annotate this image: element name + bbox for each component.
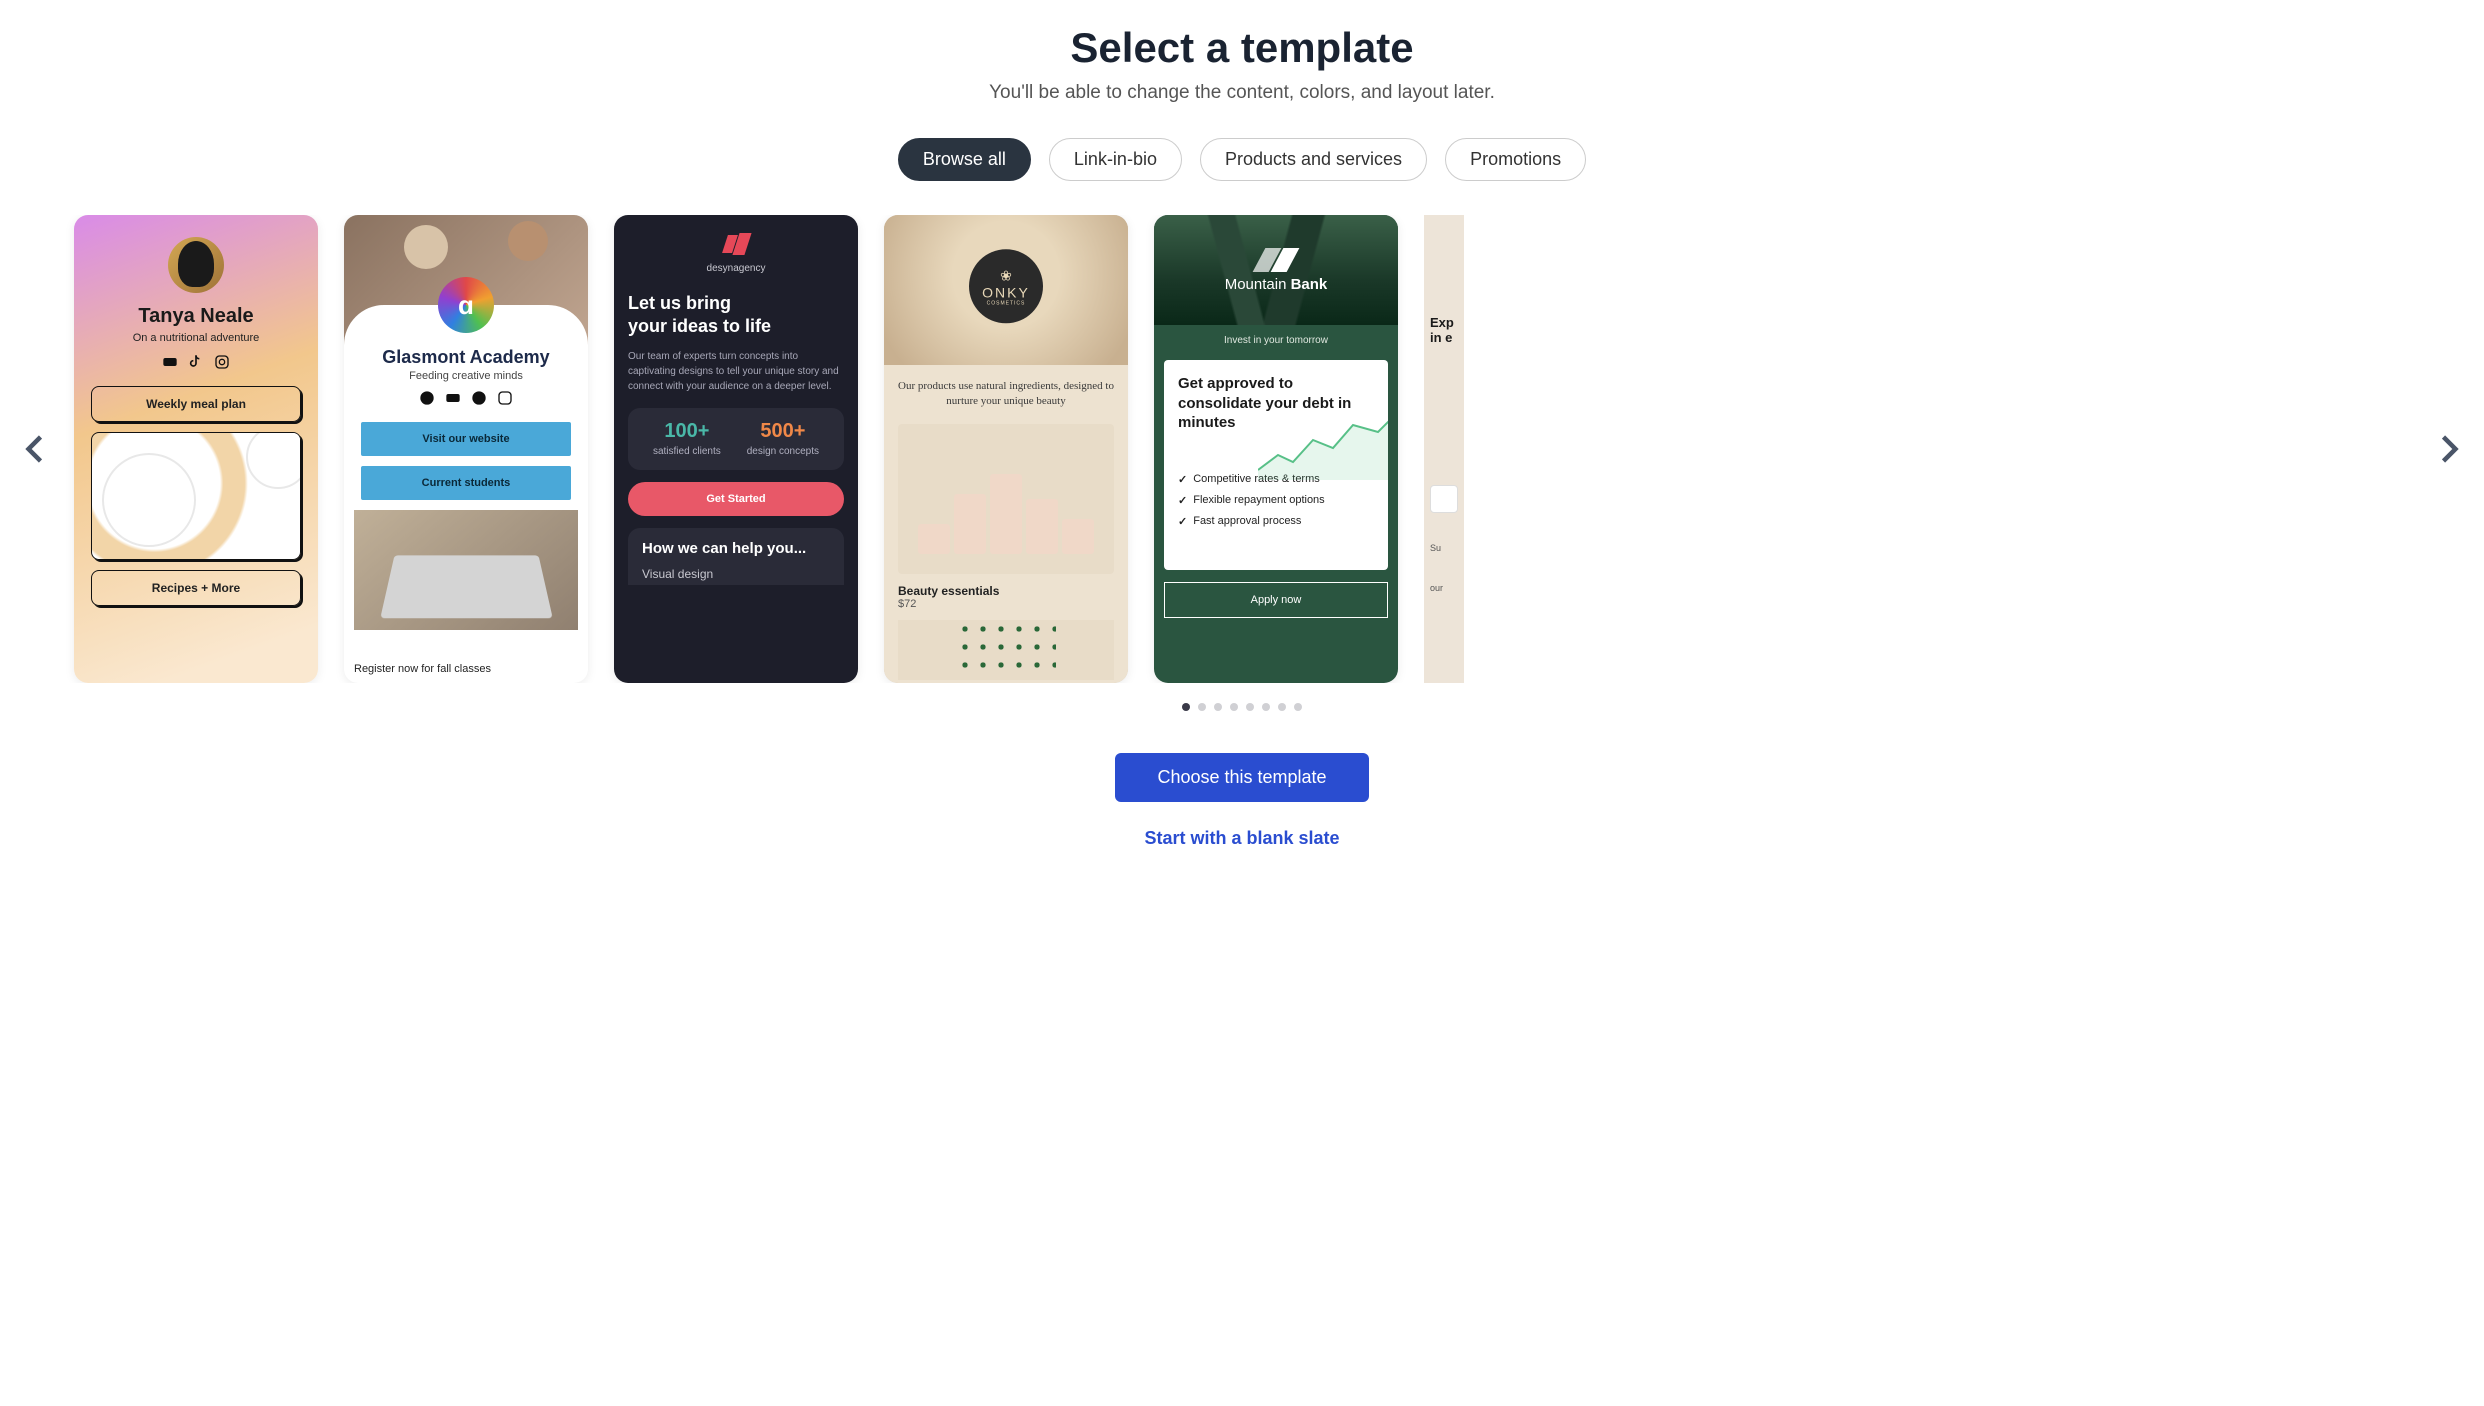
growth-chart-icon	[1258, 410, 1388, 480]
stat-value: 100+	[653, 420, 721, 443]
agency-mark-icon	[722, 233, 750, 257]
x-icon	[419, 390, 435, 406]
stat-label: satisfied clients	[653, 445, 721, 458]
hero-hands-image: ❀ ONKY COSMETICS	[884, 215, 1128, 365]
pagination-dot[interactable]	[1198, 703, 1206, 711]
partial-sub: Su	[1430, 543, 1441, 553]
facebook-icon	[471, 390, 487, 406]
agency-heading: Let us bring your ideas to life	[628, 292, 771, 339]
template-card-onky[interactable]: ❀ ONKY COSMETICS Our products use natura…	[884, 215, 1128, 683]
help-item: Visual design	[642, 567, 830, 581]
choose-template-button[interactable]: Choose this template	[1115, 753, 1368, 802]
filter-promotions[interactable]: Promotions	[1445, 138, 1586, 181]
feature-item: Flexible repayment options	[1178, 494, 1374, 507]
filter-browse-all[interactable]: Browse all	[898, 138, 1031, 181]
brand-sub: COSMETICS	[987, 300, 1026, 306]
stats-box: 100+ satisfied clients 500+ design conce…	[628, 408, 844, 470]
pagination-dot[interactable]	[1262, 703, 1270, 711]
profile-tagline: On a nutritional adventure	[133, 332, 260, 344]
visit-website-button: Visit our website	[361, 422, 572, 456]
stat-label: design concepts	[747, 445, 819, 458]
product-grid-image	[898, 424, 1114, 574]
page-subtitle: You'll be able to change the content, co…	[989, 82, 1495, 104]
agency-logo: desynagency	[707, 233, 766, 274]
agency-desc: Our team of experts turn concepts into c…	[628, 349, 844, 394]
instagram-icon	[497, 390, 513, 406]
meal-plan-button: Weekly meal plan	[91, 386, 302, 422]
instagram-icon	[214, 354, 230, 370]
chevron-left-icon	[18, 431, 54, 467]
academy-tagline: Feeding creative minds	[409, 370, 523, 382]
product-name: Beauty essentials	[898, 584, 1114, 598]
profile-name: Tanya Neale	[138, 305, 253, 328]
avatar	[168, 237, 224, 293]
agency-brand: desynagency	[707, 263, 766, 274]
offer-card: Get approved to consolidate your debt in…	[1164, 360, 1388, 570]
template-card-glasmont[interactable]: ɑ Glasmont Academy Feeding creative mind…	[344, 215, 588, 683]
mountain-mark-icon	[1257, 248, 1295, 272]
partial-thumb	[1430, 485, 1458, 513]
template-card-partial[interactable]: Exp in e Su our	[1424, 215, 1464, 683]
get-started-button: Get Started	[628, 482, 844, 516]
onky-tagline: Our products use natural ingredients, de…	[898, 379, 1114, 410]
page-title: Select a template	[1070, 24, 1413, 72]
recipes-button: Recipes + More	[91, 570, 302, 606]
pagination-dot[interactable]	[1182, 703, 1190, 711]
blank-slate-link[interactable]: Start with a blank slate	[1144, 828, 1339, 849]
social-row	[419, 390, 513, 406]
product-meta: Beauty essentials $72	[898, 574, 1114, 620]
filter-products-services[interactable]: Products and services	[1200, 138, 1427, 181]
pagination-dot[interactable]	[1214, 703, 1222, 711]
tiktok-icon	[188, 354, 204, 370]
help-title: How we can help you...	[642, 540, 830, 557]
academy-name: Glasmont Academy	[382, 347, 549, 368]
filter-bar: Browse all Link-in-bio Products and serv…	[898, 138, 1586, 181]
bank-logo: Mountain Bank	[1225, 248, 1328, 293]
social-row	[162, 354, 230, 370]
caption: Register now for fall classes	[344, 655, 501, 683]
stat-clients: 100+ satisfied clients	[653, 420, 721, 458]
bank-name: Mountain Bank	[1225, 276, 1328, 293]
youtube-icon	[162, 354, 178, 370]
leaf-icon: ❀	[1000, 267, 1012, 284]
template-card-mountain-bank[interactable]: Mountain Bank Invest in your tomorrow Ge…	[1154, 215, 1398, 683]
product-price: $72	[898, 598, 1114, 610]
chevron-right-icon	[2430, 431, 2466, 467]
onky-badge: ❀ ONKY COSMETICS	[969, 249, 1043, 323]
template-carousel: Tanya Neale On a nutritional adventure W…	[0, 215, 2484, 683]
academy-logo-icon: ɑ	[438, 277, 494, 333]
plant-image	[898, 620, 1114, 680]
carousel-pagination	[1182, 703, 1302, 711]
template-card-tanya[interactable]: Tanya Neale On a nutritional adventure W…	[74, 215, 318, 683]
stat-value: 500+	[747, 420, 819, 443]
filter-link-in-bio[interactable]: Link-in-bio	[1049, 138, 1182, 181]
carousel-wrapper: Tanya Neale On a nutritional adventure W…	[0, 215, 2484, 683]
feature-item: Fast approval process	[1178, 515, 1374, 528]
mountain-hero: Mountain Bank	[1154, 215, 1398, 325]
stat-concepts: 500+ design concepts	[747, 420, 819, 458]
carousel-prev-button[interactable]	[18, 431, 54, 467]
current-students-button: Current students	[361, 466, 572, 500]
laptop-image	[354, 510, 578, 630]
template-card-desyn[interactable]: desynagency Let us bring your ideas to l…	[614, 215, 858, 683]
pagination-dot[interactable]	[1294, 703, 1302, 711]
pagination-dot[interactable]	[1246, 703, 1254, 711]
brand-name: ONKY	[982, 284, 1030, 300]
food-image	[91, 432, 302, 560]
carousel-next-button[interactable]	[2430, 431, 2466, 467]
partial-sub2: our	[1430, 583, 1443, 593]
partial-title2: in e	[1430, 330, 1452, 345]
help-section: How we can help you... Visual design	[628, 528, 844, 585]
pagination-dot[interactable]	[1278, 703, 1286, 711]
bank-tagline: Invest in your tomorrow	[1154, 325, 1398, 356]
youtube-icon	[445, 390, 461, 406]
apply-now-button: Apply now	[1164, 582, 1388, 618]
pagination-dot[interactable]	[1230, 703, 1238, 711]
partial-title: Exp	[1430, 315, 1454, 330]
